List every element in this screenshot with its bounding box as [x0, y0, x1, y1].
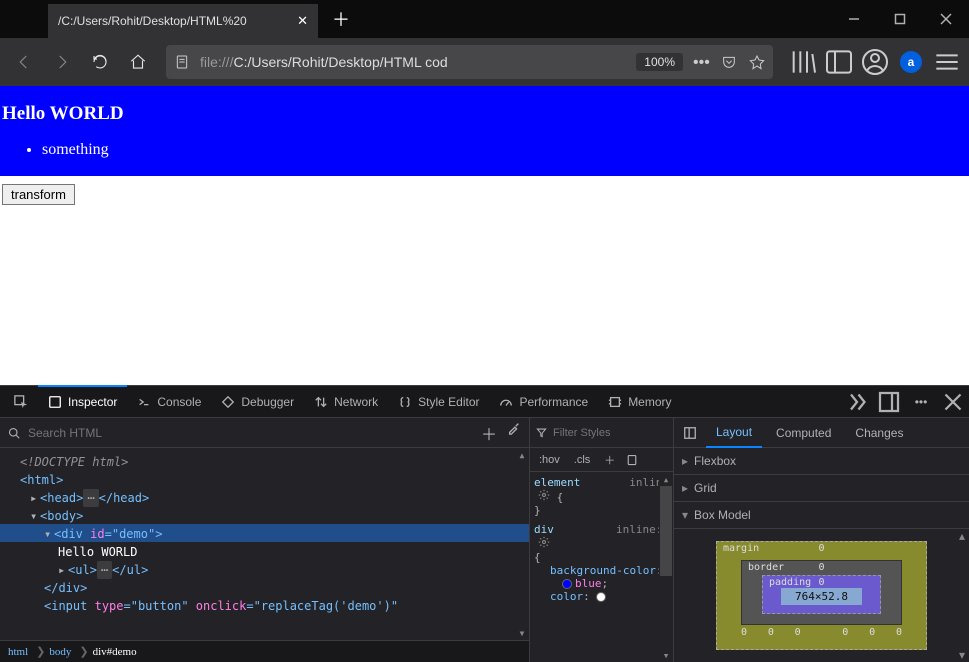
- breadcrumb-body[interactable]: body: [49, 646, 71, 658]
- devtools-close-icon[interactable]: [941, 390, 965, 414]
- new-tab-button[interactable]: ＋: [326, 4, 356, 34]
- section-flexbox[interactable]: ▸Flexbox: [674, 448, 969, 475]
- tab-network[interactable]: Network: [304, 386, 388, 418]
- stylesheet-icon[interactable]: [626, 454, 638, 466]
- html-scrollbar[interactable]: ▴ ▾: [515, 448, 529, 640]
- tab-memory[interactable]: Memory: [598, 386, 681, 418]
- tab-title: /C:/Users/Rohit/Desktop/HTML%20: [58, 14, 289, 28]
- address-bar[interactable]: file:///C:/Users/Rohit/Desktop/HTML cod …: [166, 45, 773, 79]
- more-icon[interactable]: •••: [693, 54, 709, 70]
- demo-div: Hello WORLD something: [0, 86, 969, 176]
- maximize-button[interactable]: [877, 0, 923, 38]
- tab-inspector[interactable]: Inspector: [38, 385, 127, 417]
- tab-debugger[interactable]: Debugger: [211, 386, 304, 418]
- prop-color[interactable]: color: [550, 590, 583, 603]
- sidebar-toggle-icon[interactable]: [678, 426, 702, 440]
- prop-bg[interactable]: background-color: [550, 564, 656, 577]
- styles-body[interactable]: element inline { } div inline:3 { backgr…: [530, 472, 673, 662]
- body-tag[interactable]: <body>: [40, 509, 83, 523]
- layout-scrollbar[interactable]: ▴ ▾: [955, 529, 969, 662]
- page-viewport: Hello WORLD something transform: [0, 86, 969, 386]
- breadcrumb-div[interactable]: div#demo: [93, 646, 137, 658]
- ul-tag[interactable]: <ul>: [68, 563, 97, 577]
- search-icon: [8, 427, 20, 439]
- head-tag[interactable]: <head>: [40, 491, 83, 505]
- window-controls: [831, 0, 969, 38]
- search-html-input[interactable]: [28, 426, 473, 440]
- color-swatch-blue[interactable]: [562, 579, 572, 589]
- transform-button[interactable]: transform: [2, 184, 75, 205]
- extension-badge[interactable]: a: [895, 46, 927, 78]
- account-icon[interactable]: [859, 46, 891, 78]
- add-rule-icon[interactable]: ＋: [601, 452, 618, 468]
- page-icon: [174, 54, 190, 70]
- html-open-tag[interactable]: <html>: [20, 473, 63, 487]
- reload-button[interactable]: [82, 44, 118, 80]
- html-panel: ＋ <!DOCTYPE html> <html> ▸<head>⋯</head>…: [0, 418, 530, 662]
- page-heading: Hello WORLD: [2, 103, 967, 125]
- breadcrumb: html❯ body❯ div#demo: [0, 640, 529, 662]
- gear-icon[interactable]: [538, 536, 550, 548]
- tab-strip: /C:/Users/Rohit/Desktop/HTML%20 ✕ ＋: [0, 0, 356, 38]
- page-list: something: [2, 141, 967, 159]
- styles-scrollbar[interactable]: ▴ ▾: [659, 472, 673, 662]
- html-search-bar: ＋: [0, 418, 529, 448]
- zoom-badge[interactable]: 100%: [636, 53, 683, 71]
- overflow-icon[interactable]: [845, 390, 869, 414]
- layout-panel: Layout Computed Changes ▸Flexbox ▸Grid ▾…: [674, 418, 969, 662]
- home-button[interactable]: [120, 44, 156, 80]
- box-model-content: 764×52.8: [781, 588, 862, 605]
- devtools-panel: Inspector Console Debugger Network Style…: [0, 385, 969, 662]
- tab-computed[interactable]: Computed: [766, 418, 841, 448]
- window-close-button[interactable]: [923, 0, 969, 38]
- kebab-icon[interactable]: •••: [909, 390, 933, 414]
- list-item: something: [42, 141, 967, 159]
- selected-node[interactable]: ▾<div id="demo">: [0, 524, 529, 542]
- text-node[interactable]: Hello WORLD: [58, 545, 137, 559]
- section-boxmodel[interactable]: ▾Box Model: [674, 502, 969, 529]
- tab-style-editor[interactable]: Style Editor: [388, 386, 489, 418]
- styles-filter-bar: [530, 418, 673, 448]
- star-icon[interactable]: [749, 54, 765, 70]
- pick-element-button[interactable]: [4, 386, 38, 418]
- close-icon[interactable]: ✕: [297, 13, 308, 29]
- tab-performance[interactable]: Performance: [489, 386, 598, 418]
- hov-toggle[interactable]: :hov: [536, 454, 563, 466]
- back-button[interactable]: [6, 44, 42, 80]
- funnel-icon: [536, 427, 547, 438]
- doctype-node: <!DOCTYPE html>: [20, 455, 128, 469]
- forward-button[interactable]: [44, 44, 80, 80]
- layout-tabs: Layout Computed Changes: [674, 418, 969, 448]
- eyedropper-icon[interactable]: [507, 421, 521, 435]
- cls-toggle[interactable]: .cls: [571, 454, 594, 466]
- sidebar-icon[interactable]: [823, 46, 855, 78]
- styles-panel: :hov .cls ＋ element inline { } div inlin…: [530, 418, 674, 662]
- filter-styles-input[interactable]: [553, 427, 667, 439]
- minimize-button[interactable]: [831, 0, 877, 38]
- gear-icon[interactable]: [538, 489, 550, 501]
- html-tree[interactable]: <!DOCTYPE html> <html> ▸<head>⋯</head> ▾…: [0, 448, 529, 640]
- devtools-tabs: Inspector Console Debugger Network Style…: [0, 386, 969, 418]
- browser-tab[interactable]: /C:/Users/Rohit/Desktop/HTML%20 ✕: [48, 4, 318, 38]
- menu-button[interactable]: [931, 46, 963, 78]
- library-icon[interactable]: [787, 46, 819, 78]
- rule-selector-div: div: [534, 523, 554, 536]
- div-close-tag[interactable]: </div>: [44, 581, 87, 595]
- browser-toolbar: file:///C:/Users/Rohit/Desktop/HTML cod …: [0, 38, 969, 86]
- dock-icon[interactable]: [877, 390, 901, 414]
- add-icon[interactable]: ＋: [481, 421, 497, 445]
- box-model-diagram: margin 0 border 0 padding 0 764×52.8 0 0: [674, 529, 969, 662]
- tab-changes[interactable]: Changes: [845, 418, 913, 448]
- tab-layout[interactable]: Layout: [706, 418, 762, 448]
- pocket-icon[interactable]: [721, 54, 737, 70]
- rule-selector-element: element: [534, 476, 580, 489]
- url-text: file:///C:/Users/Rohit/Desktop/HTML cod: [200, 54, 630, 70]
- color-swatch-white[interactable]: [596, 592, 606, 602]
- input-tag[interactable]: <input: [44, 599, 87, 613]
- window-titlebar: /C:/Users/Rohit/Desktop/HTML%20 ✕ ＋: [0, 0, 969, 38]
- breadcrumb-html[interactable]: html: [8, 646, 28, 658]
- tab-console[interactable]: Console: [127, 386, 211, 418]
- section-grid[interactable]: ▸Grid: [674, 475, 969, 502]
- styles-subtoolbar: :hov .cls ＋: [530, 448, 673, 472]
